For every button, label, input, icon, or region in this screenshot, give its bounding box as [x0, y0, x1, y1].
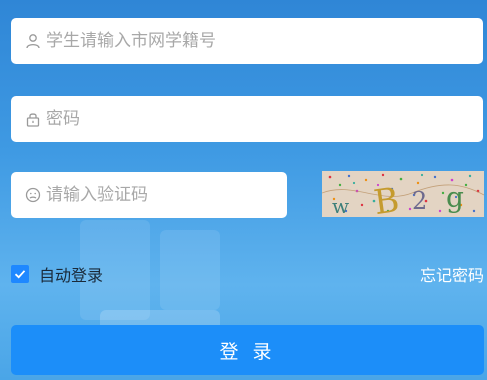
auto-login-label: 自动登录: [39, 266, 104, 285]
password-field[interactable]: [11, 96, 483, 142]
lock-icon: [24, 110, 42, 128]
captcha-char: g: [446, 181, 464, 214]
auto-login-option[interactable]: 自动登录: [11, 262, 103, 286]
captcha-image[interactable]: w B 2 g: [322, 171, 484, 217]
auto-login-checkbox[interactable]: [11, 265, 29, 283]
student-id-input[interactable]: [46, 18, 483, 64]
student-id-field[interactable]: [11, 18, 483, 64]
captcha-char: B: [371, 180, 401, 217]
login-button[interactable]: 登 录: [11, 325, 484, 375]
background-decoration: [160, 230, 220, 310]
smiley-icon: [24, 186, 42, 204]
checkmark-icon: [14, 270, 26, 279]
password-input[interactable]: [46, 96, 483, 142]
captcha-char: 2: [412, 187, 427, 215]
forgot-password-link[interactable]: 忘记密码: [420, 262, 484, 286]
captcha-field[interactable]: [11, 172, 287, 218]
captcha-char: w: [332, 194, 349, 217]
user-icon: [24, 32, 42, 50]
captcha-input[interactable]: [46, 172, 287, 218]
